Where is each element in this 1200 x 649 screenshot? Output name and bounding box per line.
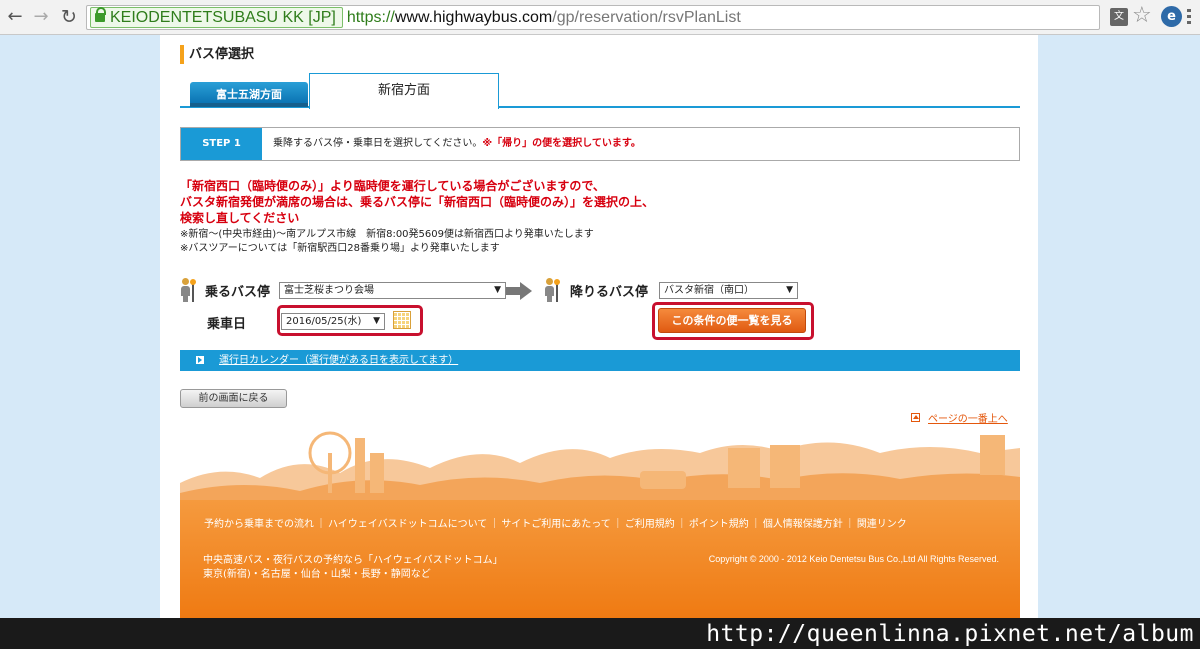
footer-link[interactable]: サイトご利用にあたって <box>501 519 611 530</box>
notice-text: 「新宿西口（臨時便のみ）」より臨時便を運行している場合がございますので、 バスタ… <box>180 178 654 226</box>
footer-desc-line: 中央高速バス・夜行バスの予約なら「ハイウェイバスドットコム」 <box>203 555 503 566</box>
lock-icon <box>95 7 106 22</box>
footer-description: 中央高速バス・夜行バスの予約なら「ハイウェイバスドットコム」 東京(新宿)・名古… <box>203 554 503 582</box>
footer-link[interactable]: 個人情報保護方針 <box>763 519 843 530</box>
separator: ｜ <box>844 519 855 530</box>
separator: ｜ <box>750 519 761 530</box>
step-highlight: ※「帰り」の便を選択しています。 <box>482 138 641 149</box>
separator: ｜ <box>316 519 326 530</box>
date-label: 乗車日 <box>207 317 247 332</box>
section-title: バス停選択 <box>180 45 254 64</box>
step-text: 乗降するバス停・乗車日を選択してください。※「帰り」の便を選択しています。 <box>273 128 641 160</box>
dropdown-arrow-icon: ▼ <box>786 285 793 295</box>
page-content: バス停選択 富士五湖方面 新宿方面 STEP 1 乗降するバス停・乗車日を選択し… <box>160 35 1038 619</box>
step-box: STEP 1 乗降するバス停・乗車日を選択してください。※「帰り」の便を選択して… <box>180 127 1020 161</box>
cert-name: KEIODENTETSUBASU KK [JP] <box>110 9 336 26</box>
notice-line: 検索し直してください <box>180 211 300 225</box>
bus-stop-person-icon <box>178 278 196 302</box>
translate-icon[interactable]: 文 <box>1110 8 1128 26</box>
step-label: STEP 1 <box>181 128 262 160</box>
bookmark-star-icon[interactable]: ☆ <box>1132 3 1152 28</box>
footer-link[interactable]: 関連リンク <box>857 519 907 530</box>
watermark-text: http://queenlinna.pixnet.net/album <box>706 621 1194 647</box>
footer-desc-line: 東京(新宿)・名古屋・仙台・山梨・長野・静岡など <box>203 569 431 580</box>
back-button[interactable]: 前の画面に戻る <box>180 389 287 408</box>
separator: ｜ <box>489 519 500 530</box>
note-line: ※新宿～(中央市経由)～南アルプス市線 新宿8:00発5609便は新宿西口より発… <box>180 229 594 240</box>
forward-arrow-icon[interactable]: → <box>30 6 52 28</box>
url-scheme: https:// <box>346 9 395 26</box>
footer: 予約から乗車までの流れ｜ハイウェイバスドットコムについて｜サイトご利用にあたって… <box>180 500 1020 619</box>
footer-link[interactable]: ご利用規約 <box>625 519 675 530</box>
calendar-bar: 運行日カレンダー（運行便がある日を表示してます） <box>180 350 1020 371</box>
reload-icon[interactable]: ↻ <box>58 6 80 28</box>
ride-stop-label: 乗るバス停 <box>205 285 271 300</box>
copyright: Copyright © 2000 - 2012 Keio Dentetsu Bu… <box>708 554 999 564</box>
date-value: 2016/05/25(水) <box>286 316 362 327</box>
footer-link[interactable]: ハイウェイバスドットコムについて <box>328 519 487 530</box>
ev-certificate-badge[interactable]: KEIODENTETSUBASU KK [JP] <box>90 7 343 28</box>
footer-link[interactable]: ポイント規約 <box>689 519 749 530</box>
alight-stop-value: バスタ新宿（南口） <box>664 285 754 296</box>
ride-stop-value: 富士芝桜まつり会場 <box>284 285 374 296</box>
bus-stop-person-icon <box>542 278 560 302</box>
search-button[interactable]: この条件の便一覧を見る <box>658 308 806 333</box>
browser-toolbar: ← → ↻ KEIODENTETSUBASU KK [JP] https://w… <box>0 0 1200 35</box>
watermark-bar: http://queenlinna.pixnet.net/album <box>0 618 1200 649</box>
separator: ｜ <box>612 519 623 530</box>
notice-line: 「新宿西口（臨時便のみ）」より臨時便を運行している場合がございますので、 <box>180 179 605 193</box>
back-arrow-icon[interactable]: ← <box>4 6 26 28</box>
calendar-icon[interactable] <box>393 311 411 329</box>
tab-fujigoko[interactable]: 富士五湖方面 <box>190 82 308 107</box>
footer-illustration <box>180 431 1020 505</box>
extension-icon[interactable]: e <box>1161 6 1182 27</box>
date-select[interactable]: 2016/05/25(水) ▼ <box>281 313 385 330</box>
note-line: ※バスツアーについては「新宿駅西口28番乗り場」より発車いたします <box>180 243 500 254</box>
step-instruction: 乗降するバス停・乗車日を選択してください。 <box>273 138 483 149</box>
right-arrow-icon <box>506 282 532 300</box>
separator: ｜ <box>676 519 687 530</box>
footer-link[interactable]: 予約から乗車までの流れ <box>204 519 314 530</box>
dropdown-arrow-icon: ▼ <box>494 285 501 295</box>
url-path: /gp/reservation/rsvPlanList <box>552 9 741 26</box>
arrow-right-icon <box>196 356 204 364</box>
ride-stop-select[interactable]: 富士芝桜まつり会場 ▼ <box>279 282 506 299</box>
notice-line: バスタ新宿発便が満席の場合は、乗るバス停に「新宿西口（臨時便のみ）」を選択の上、 <box>180 195 655 209</box>
tab-shinjuku[interactable]: 新宿方面 <box>309 73 499 109</box>
address-bar[interactable]: KEIODENTETSUBASU KK [JP] https://www.hig… <box>86 5 1100 30</box>
url-host: www.highwaybus.com <box>394 9 553 26</box>
footer-links: 予約から乗車までの流れ｜ハイウェイバスドットコムについて｜サイトご利用にあたって… <box>203 515 908 530</box>
page-top-icon[interactable] <box>911 413 920 422</box>
menu-icon[interactable] <box>1187 9 1191 25</box>
alight-stop-select[interactable]: バスタ新宿（南口） ▼ <box>659 282 798 299</box>
calendar-link[interactable]: 運行日カレンダー（運行便がある日を表示してます） <box>219 350 458 371</box>
dropdown-arrow-icon: ▼ <box>373 316 380 326</box>
alight-stop-label: 降りるバス停 <box>570 285 649 300</box>
